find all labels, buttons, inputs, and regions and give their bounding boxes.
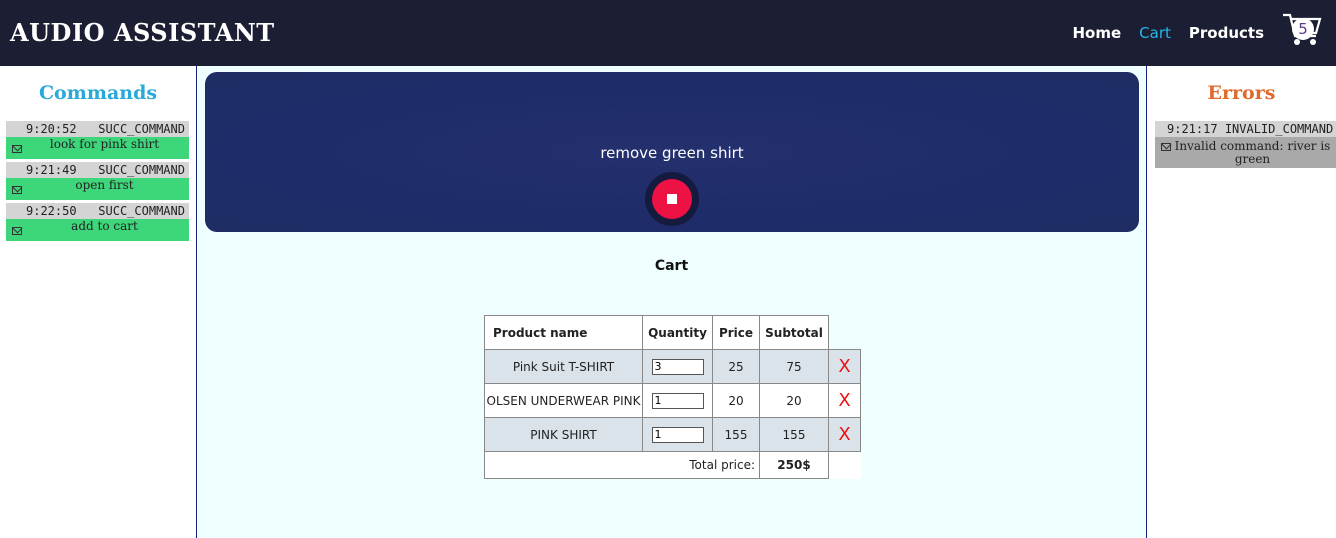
- quantity-input[interactable]: [651, 426, 704, 443]
- table-row: Pink Suit T-SHIRT 25 75 X: [484, 349, 861, 384]
- total-row: Total price: 250$: [484, 451, 861, 479]
- price-cell: 20: [712, 383, 760, 418]
- errors-title: Errors: [1207, 82, 1276, 104]
- product-name-cell: PINK SHIRT: [484, 417, 643, 452]
- subtotal-cell: 20: [759, 383, 829, 418]
- command-log-item: 9:20:52 SUCC_COMMAND look for pink shirt: [6, 121, 189, 159]
- error-type: INVALID_COMMAND: [1224, 122, 1334, 136]
- command-log-body: add to cart: [6, 219, 189, 241]
- command-log-body: open first: [6, 178, 189, 200]
- product-name-cell: OLSEN UNDERWEAR PINK: [484, 383, 643, 418]
- commands-title: Commands: [38, 82, 158, 104]
- voice-panel: remove green shirt: [205, 72, 1139, 232]
- command-log-body: look for pink shirt: [6, 137, 189, 159]
- stop-icon: [652, 179, 692, 219]
- main-content: remove green shirt Cart Product name Qua…: [196, 66, 1147, 538]
- nav-home-link[interactable]: Home: [1073, 24, 1122, 42]
- error-log-header: 9:21:17 INVALID_COMMAND: [1155, 121, 1336, 137]
- command-log-header: 9:22:50 SUCC_COMMAND: [6, 203, 189, 219]
- stop-recording-button[interactable]: [645, 172, 699, 226]
- quantity-cell: [642, 417, 713, 452]
- error-log-item: 9:21:17 INVALID_COMMAND Invalid command:…: [1155, 121, 1336, 168]
- main-nav: Home Cart Products: [1073, 24, 1265, 42]
- remove-item-button[interactable]: X: [828, 349, 861, 384]
- quantity-input[interactable]: [651, 392, 704, 409]
- quantity-cell: [642, 349, 713, 384]
- command-text: add to cart: [71, 219, 138, 233]
- remove-item-button[interactable]: X: [828, 383, 861, 418]
- column-header-quantity: Quantity: [642, 315, 713, 350]
- subtotal-cell: 75: [759, 349, 829, 384]
- quantity-input[interactable]: [651, 358, 704, 375]
- error-log-body: Invalid command: river is green: [1155, 137, 1336, 168]
- column-header-price: Price: [712, 315, 760, 350]
- command-type: SUCC_COMMAND: [98, 204, 185, 218]
- price-cell: 155: [712, 417, 760, 452]
- command-time: 9:21:49: [26, 163, 77, 177]
- brand-logo[interactable]: AUDIO ASSISTANT: [10, 18, 275, 47]
- command-text: open first: [75, 178, 134, 192]
- table-row: PINK SHIRT 155 155 X: [484, 417, 861, 452]
- total-price-value: 250$: [759, 451, 829, 479]
- command-type: SUCC_COMMAND: [98, 163, 185, 177]
- mail-icon: [12, 227, 22, 235]
- command-type: SUCC_COMMAND: [98, 122, 185, 136]
- mail-icon: [12, 186, 22, 194]
- cart-count-badge[interactable]: 5: [1292, 18, 1314, 40]
- commands-panel: Commands 9:20:52 SUCC_COMMAND look for p…: [0, 66, 196, 538]
- error-time: 9:21:17: [1167, 122, 1218, 136]
- cart-title: Cart: [654, 258, 689, 274]
- commands-list: 9:20:52 SUCC_COMMAND look for pink shirt…: [6, 121, 189, 244]
- command-time: 9:20:52: [26, 122, 77, 136]
- command-log-header: 9:21:49 SUCC_COMMAND: [6, 162, 189, 178]
- mail-icon: [1161, 143, 1171, 151]
- nav-products-link[interactable]: Products: [1189, 24, 1264, 42]
- command-log-item: 9:22:50 SUCC_COMMAND add to cart: [6, 203, 189, 241]
- errors-panel: Errors 9:21:17 INVALID_COMMAND Invalid c…: [1147, 66, 1336, 538]
- quantity-cell: [642, 383, 713, 418]
- errors-list: 9:21:17 INVALID_COMMAND Invalid command:…: [1155, 121, 1336, 171]
- command-log-header: 9:20:52 SUCC_COMMAND: [6, 121, 189, 137]
- price-cell: 25: [712, 349, 760, 384]
- remove-item-button[interactable]: X: [828, 417, 861, 452]
- subtotal-cell: 155: [759, 417, 829, 452]
- table-header-row: Product name Quantity Price Subtotal: [484, 315, 861, 350]
- command-text: look for pink shirt: [49, 137, 160, 151]
- table-row: OLSEN UNDERWEAR PINK 20 20 X: [484, 383, 861, 418]
- column-header-product-name: Product name: [484, 315, 643, 350]
- top-navbar: AUDIO ASSISTANT Home Cart Products 5: [0, 0, 1336, 66]
- error-text: Invalid command: river is green: [1174, 139, 1331, 166]
- mail-icon: [12, 145, 22, 153]
- nav-cart-link[interactable]: Cart: [1139, 24, 1171, 42]
- cart-table: Product name Quantity Price Subtotal Pin…: [484, 315, 861, 479]
- total-price-label: Total price:: [484, 451, 760, 479]
- voice-transcript: remove green shirt: [600, 144, 744, 162]
- command-time: 9:22:50: [26, 204, 77, 218]
- column-header-subtotal: Subtotal: [759, 315, 829, 350]
- command-log-item: 9:21:49 SUCC_COMMAND open first: [6, 162, 189, 200]
- product-name-cell: Pink Suit T-SHIRT: [484, 349, 643, 384]
